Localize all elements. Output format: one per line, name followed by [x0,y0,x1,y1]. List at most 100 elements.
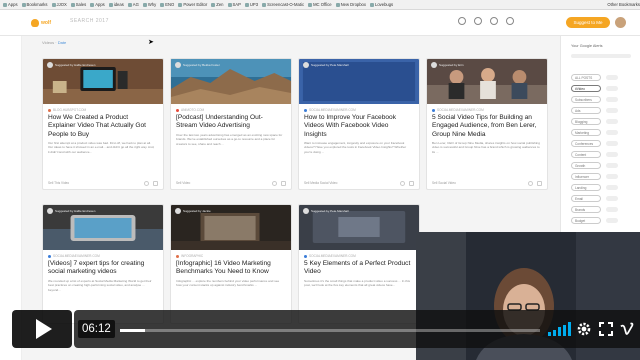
tag-row[interactable]: Influencer [571,173,618,180]
article-card[interactable]: Suggested by Pete Marshall SOCIALMEDIAEX… [298,204,420,324]
tag-chip[interactable]: Brands [571,206,601,213]
tag-chip[interactable]: Growth [571,162,601,169]
article-card[interactable]: Suggested by Bekka Foster ANIMOTO.COM [P… [170,58,292,190]
tag-row[interactable]: ALL POSTS [571,74,618,81]
bookmark-favicon-icon [335,2,340,7]
tag-chip[interactable]: Budget [571,217,601,224]
bookmark-item[interactable]: AG [127,2,139,7]
card-title[interactable]: [Infographic] 16 Video Marketing Benchma… [176,260,284,277]
bookmark-item[interactable]: ideas [108,2,124,7]
vimeo-logo-icon[interactable] [620,321,634,337]
volume-meter[interactable] [548,322,571,336]
suggest-button[interactable]: Suggest to Me [566,17,610,28]
bookmark-favicon-icon [127,2,132,7]
grid-icon[interactable] [506,17,514,25]
tag-chip[interactable]: Marketing [571,129,601,136]
settings-gear-icon[interactable] [576,321,592,337]
card-title[interactable]: How We Created a Product Explainer Video… [48,114,156,139]
bookmark-item[interactable]: MC Office [308,2,332,7]
tag-row[interactable]: Content [571,151,618,158]
tag-chip[interactable]: Conferences [571,140,601,147]
tag-row[interactable]: Landing [571,184,618,191]
clock-icon[interactable] [474,17,482,25]
tag-row[interactable]: Email [571,195,618,202]
card-title[interactable]: How to Improve Your Facebook Videos With… [304,114,412,139]
share-icon[interactable] [400,181,405,186]
suggester-avatar [431,62,437,68]
tag-row[interactable]: Marketing [571,129,618,136]
card-title[interactable]: 5 Key Elements of a Perfect Product Vide… [304,260,412,277]
notifications-icon[interactable] [458,17,466,25]
source-text: SOCIALMEDIAEXAMINER.COM [53,254,100,258]
select-checkbox[interactable] [537,181,542,186]
tag-row[interactable]: Conferences [571,140,618,147]
bookmark-label: Other Bookmarks [607,2,640,7]
avatar[interactable] [615,17,626,28]
card-title[interactable]: [Videos] 7 expert tips for creating soci… [48,260,156,277]
tag-chip[interactable]: Email [571,195,601,202]
card-title[interactable]: 5 Social Video Tips for Building an Enga… [432,114,540,139]
tag-chip[interactable]: Ads [571,107,601,114]
article-card[interactable]: Suggested by Erin SOCIALMEDIAEXAMINER.CO… [426,58,548,190]
bookmark-item[interactable]: Zen [211,2,224,7]
bookmark-item[interactable]: Bookmarks [21,2,48,7]
article-card[interactable]: Suggested by Pete Marshall SOCIALMEDIAEX… [298,58,420,190]
progress-track[interactable] [120,329,540,332]
bookmark-item[interactable]: Lovebugs [369,2,394,7]
tag-row[interactable]: Subscribers [571,96,618,103]
tag-row[interactable]: Budget [571,217,618,224]
bookmark-item[interactable]: Apps [90,2,105,7]
share-icon[interactable] [272,181,277,186]
tag-chip[interactable]: ALL POSTS [571,74,601,81]
player-controls: 06:12 [74,310,640,348]
select-checkbox[interactable] [153,181,158,186]
bookmark-item[interactable]: Apps [3,2,18,7]
tag-row[interactable]: Growth [571,162,618,169]
bookmark-item[interactable]: Why [142,2,156,7]
select-checkbox[interactable] [281,181,286,186]
tag-count-pill [606,130,618,135]
card-excerpt: Infographic ... explore the numbers behi… [176,279,280,288]
tag-chip[interactable]: Content [571,151,601,158]
filter-subbar[interactable]: Videos · Date [42,40,66,45]
tag-row[interactable]: Brands [571,206,618,213]
tag-row[interactable]: Ads [571,107,618,114]
bookmark-item[interactable]: SAP [227,2,241,7]
tag-chip[interactable]: #Video [571,85,601,92]
select-checkbox[interactable] [409,181,414,186]
bookmark-item[interactable]: Screencast-O-Matic [262,2,304,7]
article-card[interactable]: Suggested by Hallie Endresen BLOG.HUBSPO… [42,58,164,190]
play-button[interactable] [12,310,72,348]
app-header: wolf SEARCH 2017 Suggest to Me [0,10,640,36]
card-footer: Sell Media Social Video [304,181,338,185]
bookmark-label: ideas [113,2,124,7]
tag-row[interactable]: Blogging [571,118,618,125]
article-card[interactable]: Suggested by Jackie INFOGRAPHIC [Infogra… [170,204,292,324]
search-input[interactable]: SEARCH 2017 [70,18,190,28]
tag-chip[interactable]: Landing [571,184,601,191]
other-bookmarks[interactable]: Other Bookmarks [607,2,640,7]
app-logo[interactable]: wolf [31,17,51,29]
tag-chip[interactable]: Blogging [571,118,601,125]
tag-chip[interactable]: Subscribers [571,96,601,103]
bookmark-item[interactable]: JJOX [51,2,67,7]
share-icon[interactable] [528,181,533,186]
subbar-sort[interactable]: Date [58,40,66,45]
screen: Apps Bookmarks JJOX Sales Apps ideas AG Why ENO P… [0,0,640,360]
tag-chip[interactable]: Influencer [571,173,601,180]
bookmark-item[interactable]: UP3 [244,2,258,7]
fullscreen-icon[interactable] [598,321,614,337]
bookmark-label: Power Editor [183,2,208,7]
bookmark-label: Apps [95,2,105,7]
article-card[interactable]: Suggested by Hallie Endresen SOCIALMEDIA… [42,204,164,324]
bookmark-item[interactable]: New Dropbox [335,2,366,7]
bookmark-item[interactable]: Sales [70,2,86,7]
share-icon[interactable] [144,181,149,186]
source-dot-icon [304,108,307,112]
bookmark-item[interactable]: ENO [160,2,174,7]
tag-row[interactable]: #Video [571,85,618,92]
chat-icon[interactable] [490,17,498,25]
card-title[interactable]: [Podcast] Understanding Out-Stream Video… [176,114,284,131]
bookmark-item[interactable]: Power Editor [178,2,207,7]
bookmark-label: Lovebugs [374,2,394,7]
